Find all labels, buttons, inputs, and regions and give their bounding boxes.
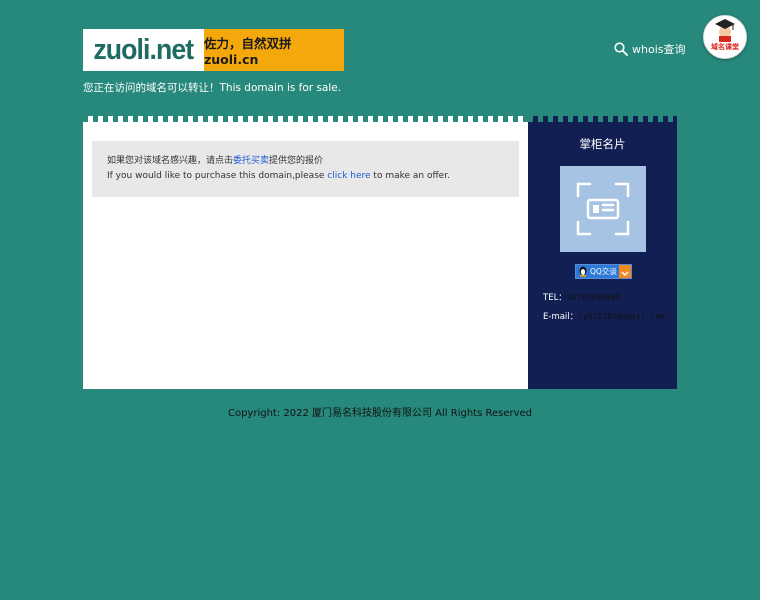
offer-info-en-prefix: If you would like to purchase this domai… <box>107 171 328 181</box>
seller-tel: TEL：18702999899 <box>543 291 620 303</box>
whois-link[interactable]: whois查询 <box>614 41 686 57</box>
site-logo[interactable]: zuoli.net 佐力，自然双拼zuoli.cn <box>83 29 344 71</box>
tel-label: TEL： <box>543 293 567 303</box>
qr-placeholder-icon <box>576 182 630 236</box>
card-zigzag-border <box>528 116 677 122</box>
logo-slogan-box: 佐力，自然双拼zuoli.cn <box>204 29 344 71</box>
copyright: Copyright: 2022 厦门易名科技股份有限公司 All Rights … <box>227 408 533 419</box>
qq-penguin-icon <box>579 266 587 277</box>
tel-value: 18702999899 <box>566 293 620 302</box>
panel-zigzag-border <box>83 116 528 122</box>
seller-card-title: 掌柜名片 <box>579 137 626 151</box>
sale-notice: 您正在访问的域名可以转让！This domain is for sale. <box>83 82 342 94</box>
offer-info-en-suffix: to make an offer. <box>370 171 450 181</box>
qq-chat-button[interactable]: QQ交谈 <box>575 264 632 279</box>
domain-class-badge[interactable]: 域名课堂 <box>703 15 747 59</box>
logo-name-box: zuoli.net <box>83 29 204 71</box>
seller-email: E-mail：ly571707@gmail.com <box>543 310 665 322</box>
badge-label: 域名课堂 <box>711 43 739 51</box>
qq-chat-label: QQ交谈 <box>590 267 617 276</box>
qq-dropdown-icon <box>619 265 631 278</box>
offer-info-en: If you would like to purchase this domai… <box>107 171 450 181</box>
email-label: E-mail： <box>543 312 579 322</box>
click-here-link[interactable]: click here <box>327 171 370 181</box>
entrust-trade-link[interactable]: 委托买卖 <box>233 156 269 166</box>
offer-info-cn-prefix: 如果您对该域名感兴趣，请点击 <box>107 156 234 166</box>
offer-info-cn: 如果您对该域名感兴趣，请点击委托买卖提供您的报价 <box>107 153 323 166</box>
qr-code-image <box>560 166 646 252</box>
logo-name: zuoli.net <box>93 33 195 66</box>
whois-label: whois查询 <box>632 43 686 56</box>
seller-card: 掌柜名片 QQ交谈 TEL：18702999899 E-mail：ly57170… <box>528 116 677 389</box>
offer-info-cn-suffix: 提供您的报价 <box>269 156 324 166</box>
search-icon <box>614 42 628 56</box>
main-panel: 如果您对该域名感兴趣，请点击委托买卖提供您的报价 If you would li… <box>83 116 528 389</box>
email-value: ly571707@gmail.com <box>578 312 665 321</box>
logo-slogan: 佐力，自然双拼zuoli.cn <box>204 36 292 67</box>
offer-info-box: 如果您对该域名感兴趣，请点击委托买卖提供您的报价 If you would li… <box>92 141 519 197</box>
